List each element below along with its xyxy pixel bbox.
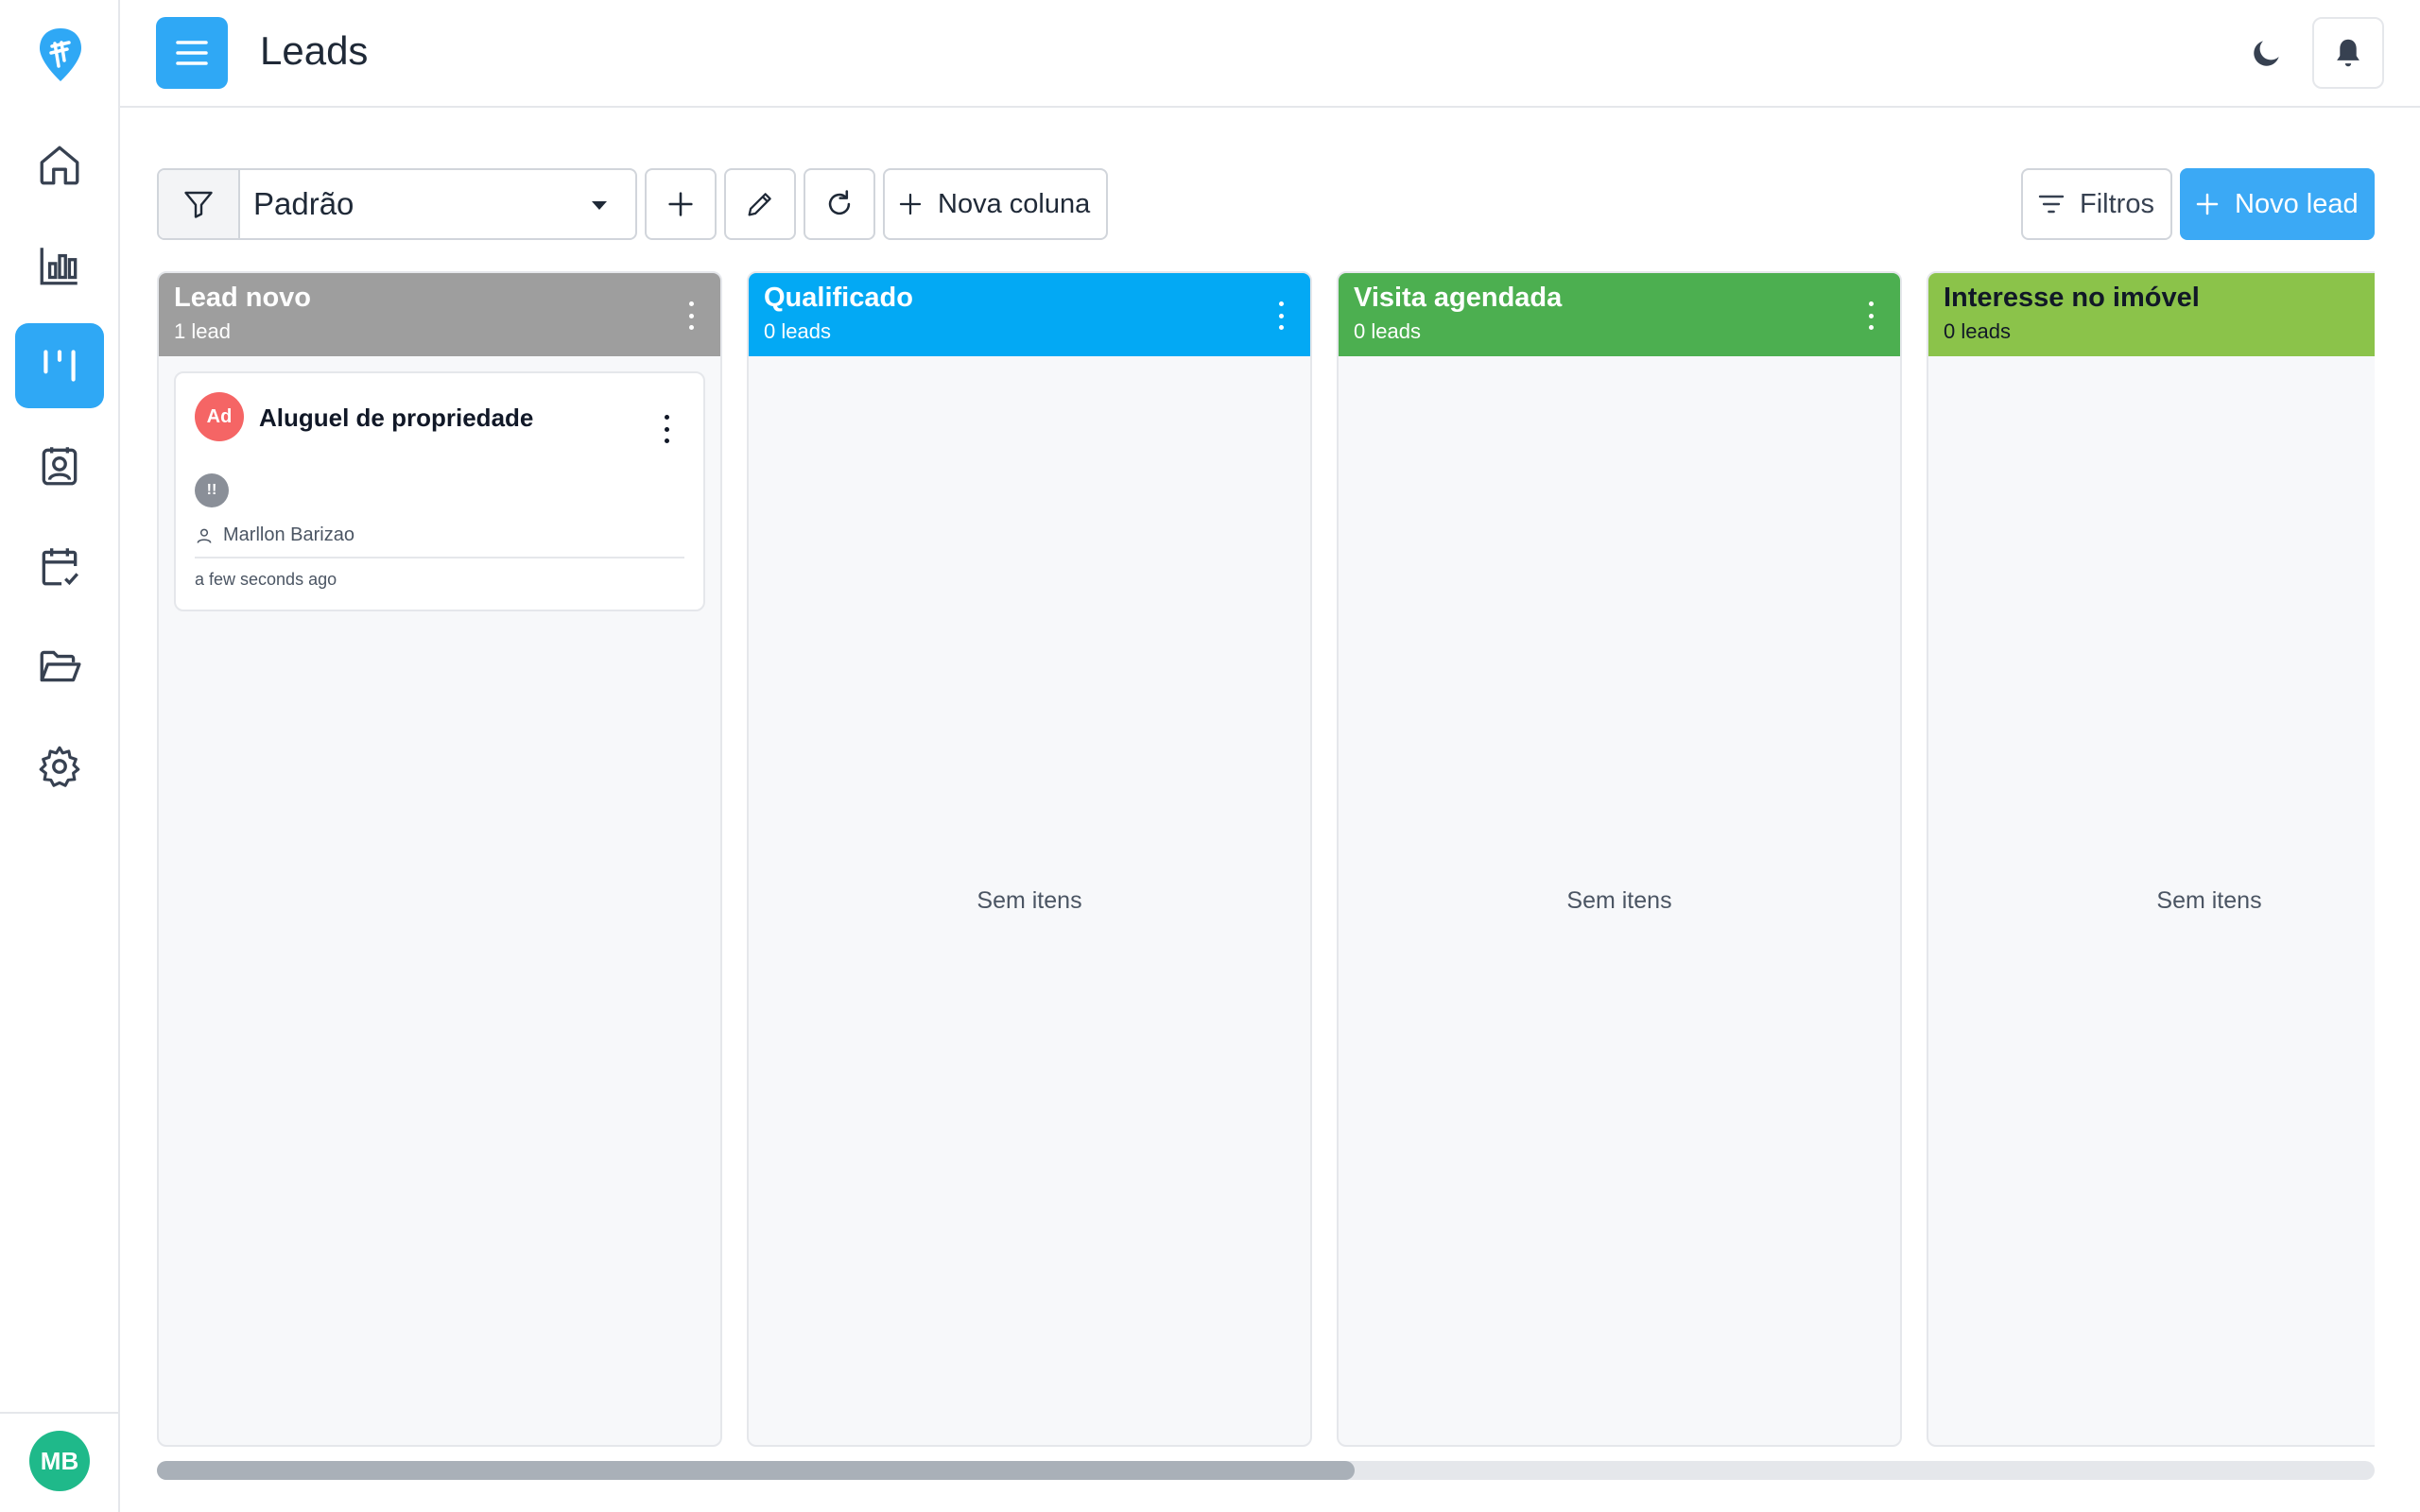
sidebar-item-reports[interactable] [15, 223, 104, 308]
edit-pipeline-button[interactable] [724, 168, 796, 240]
kanban-column: Visita agendada 0 leads Sem itens [1337, 271, 1902, 1447]
home-icon [40, 146, 79, 185]
new-column-label: Nova coluna [938, 188, 1091, 219]
funnel-icon [184, 191, 213, 218]
column-header[interactable]: Qualificado 0 leads [749, 273, 1310, 356]
source-badge: Ad [195, 392, 244, 441]
add-pipeline-button[interactable] [645, 168, 717, 240]
column-header[interactable]: Interesse no imóvel 0 leads [1928, 273, 2375, 356]
calendar-check-icon [42, 548, 78, 586]
menu-button[interactable] [156, 17, 228, 89]
sidebar-footer: MB [0, 1412, 118, 1512]
sidebar-item-files[interactable] [15, 624, 104, 709]
horizontal-scrollbar[interactable] [157, 1461, 2375, 1480]
refresh-icon [828, 190, 851, 215]
new-lead-button[interactable]: Novo lead [2180, 168, 2375, 240]
pipeline-filter-button[interactable] [159, 170, 240, 238]
contacts-icon [42, 447, 78, 486]
moon-icon [2254, 41, 2279, 66]
refresh-button[interactable] [804, 168, 875, 240]
sidebar-item-calendar[interactable] [15, 524, 104, 609]
plus-icon [668, 192, 693, 216]
column-title: Lead novo [174, 283, 312, 313]
bar-chart-icon [40, 248, 78, 285]
new-column-button[interactable]: Nova coluna [883, 168, 1108, 240]
filters-button[interactable]: Filtros [2021, 168, 2172, 240]
theme-toggle-button[interactable] [2246, 32, 2288, 74]
pipeline-select[interactable]: Padrão [240, 170, 635, 238]
priority-badge: !! [195, 473, 229, 507]
kanban-icon [43, 350, 76, 382]
column-count: 0 leads [1354, 319, 1421, 343]
avatar[interactable]: MB [29, 1431, 90, 1491]
hamburger-icon [176, 41, 208, 65]
app-logo-icon[interactable] [36, 25, 85, 85]
lead-timestamp: a few seconds ago [195, 570, 337, 589]
folder-open-icon [40, 650, 81, 682]
empty-column-text: Sem itens [1566, 887, 1672, 914]
lead-owner-name: Marllon Barizao [223, 524, 354, 545]
kanban-column: Interesse no imóvel 0 leads Sem itens [1927, 271, 2375, 1447]
page-title: Leads [260, 28, 369, 73]
top-bar: Leads [120, 0, 2420, 108]
column-title: Qualificado [764, 283, 913, 313]
pipeline-select-value: Padrão [253, 186, 354, 221]
lead-owner: Marllon Barizao [195, 524, 354, 546]
gear-icon [39, 746, 80, 787]
column-menu-icon[interactable] [1868, 301, 1874, 330]
kanban-column: Lead novo 1 lead Ad Aluguel de proprieda… [157, 271, 722, 1447]
lead-card[interactable]: Ad Aluguel de propriedade !! Marllon Bar… [174, 371, 705, 611]
column-count: 0 leads [1944, 319, 2011, 343]
empty-column-text: Sem itens [977, 887, 1082, 914]
filter-lines-icon [2038, 195, 2065, 214]
plus-icon [2196, 193, 2219, 215]
card-menu-icon[interactable] [664, 415, 669, 443]
user-icon [197, 528, 212, 543]
sidebar-item-leads[interactable] [15, 323, 104, 408]
column-menu-icon[interactable] [688, 301, 694, 330]
kanban-column: Qualificado 0 leads Sem itens [747, 271, 1312, 1447]
plus-icon [899, 193, 922, 215]
notifications-button[interactable] [2312, 17, 2384, 89]
column-title: Visita agendada [1354, 283, 1563, 313]
scrollbar-thumb[interactable] [157, 1461, 1355, 1480]
pipeline-selector: Padrão [157, 168, 637, 240]
kanban-board: Lead novo 1 lead Ad Aluguel de proprieda… [157, 271, 2375, 1447]
column-header[interactable]: Lead novo 1 lead [159, 273, 720, 356]
column-count: 1 lead [174, 319, 231, 343]
column-count: 0 leads [764, 319, 831, 343]
sidebar-item-contacts[interactable] [15, 423, 104, 508]
bell-icon [2337, 39, 2360, 67]
column-header[interactable]: Visita agendada 0 leads [1339, 273, 1900, 356]
caret-down-icon [592, 201, 607, 210]
sidebar: MB [0, 0, 120, 1512]
sidebar-item-home[interactable] [15, 123, 104, 208]
column-menu-icon[interactable] [1278, 301, 1284, 330]
new-lead-label: Novo lead [2235, 188, 2359, 219]
filters-label: Filtros [2080, 188, 2154, 219]
empty-column-text: Sem itens [2156, 887, 2262, 914]
pencil-icon [748, 193, 771, 216]
column-title: Interesse no imóvel [1944, 283, 2200, 313]
lead-title: Aluguel de propriedade [259, 404, 534, 432]
sidebar-item-settings[interactable] [15, 724, 104, 809]
card-divider [195, 557, 684, 558]
